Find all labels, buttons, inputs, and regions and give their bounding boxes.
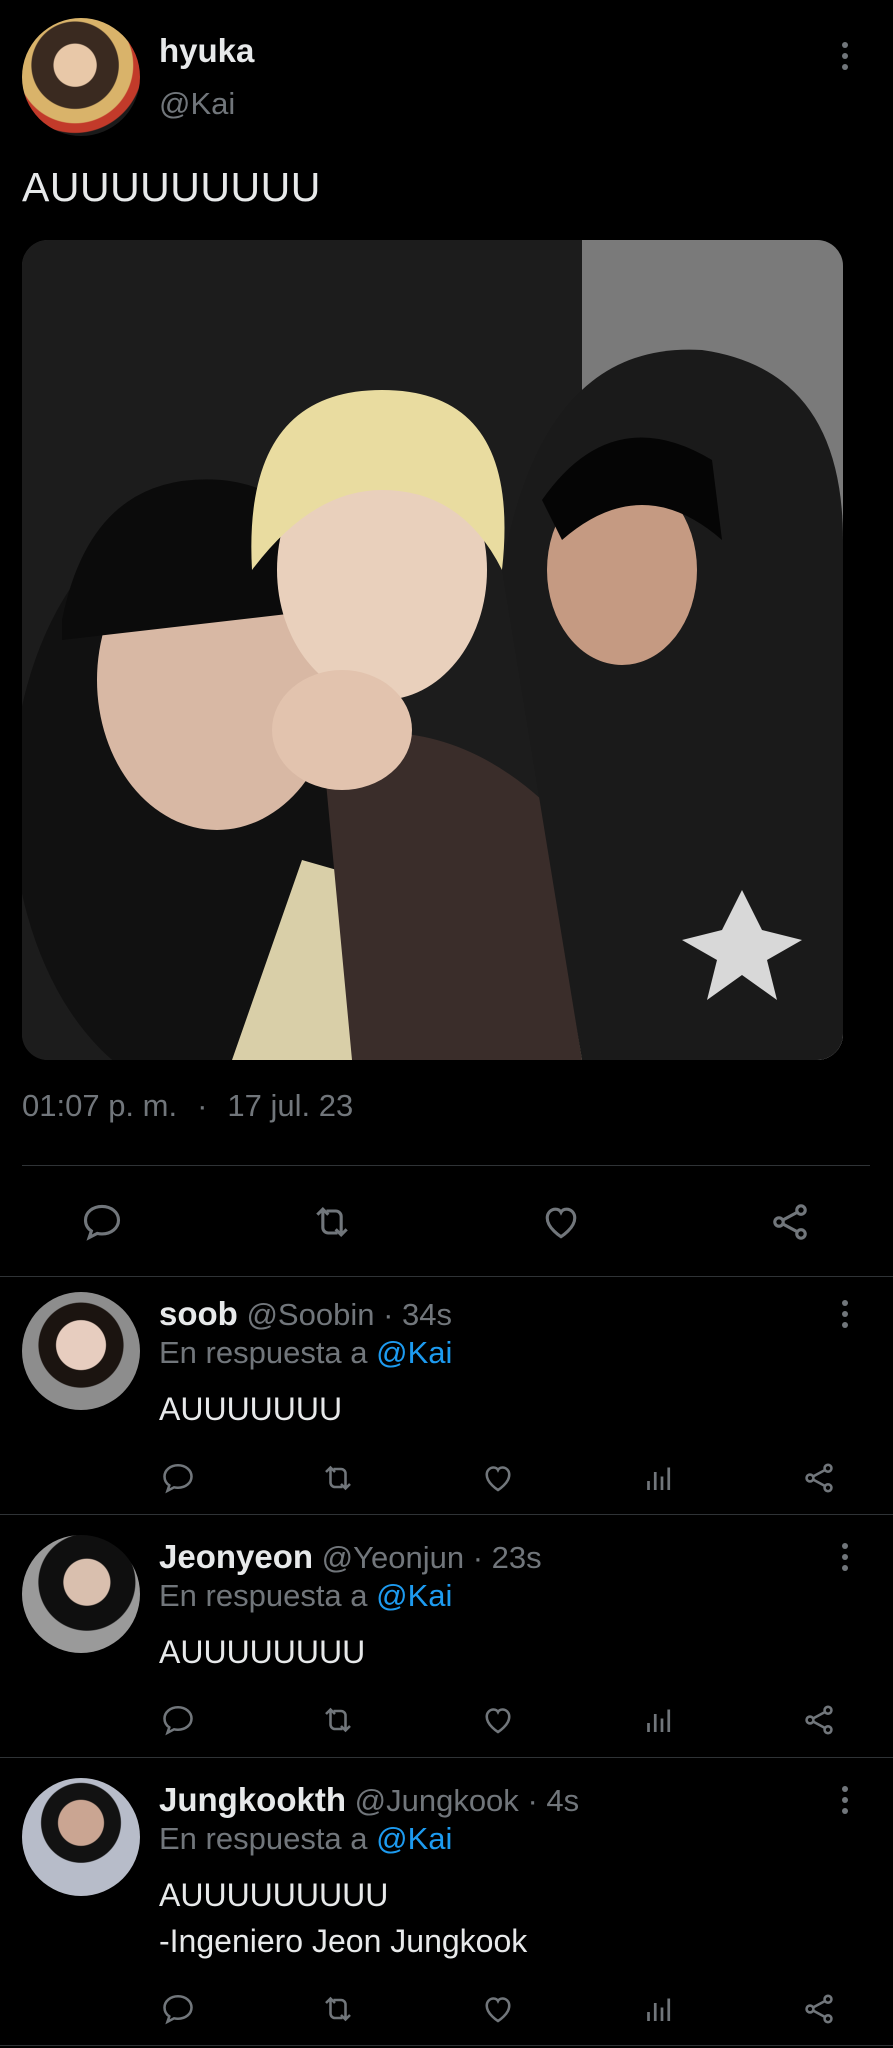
share-icon (805, 1994, 833, 2024)
like-button[interactable] (531, 1194, 591, 1250)
tweet-photo[interactable] (22, 240, 843, 1060)
retweet-icon (325, 1465, 351, 1491)
retweet-icon (325, 1996, 351, 2022)
retweet-button[interactable] (316, 1987, 360, 2031)
reply-author-handle[interactable]: @Jungkook (355, 1783, 519, 1818)
tweet-date: 17 jul. 23 (227, 1088, 354, 1123)
reply-header: Jeonyeon @Yeonjun · 23s (159, 1538, 542, 1576)
reply-button[interactable] (72, 1194, 132, 1250)
more-options-button[interactable] (838, 1786, 852, 1814)
reply-to-link[interactable]: @Kai (376, 1578, 452, 1613)
like-icon (545, 1207, 577, 1239)
share-button[interactable] (797, 1987, 841, 2031)
more-icon (842, 1300, 848, 1306)
reply-time: · 4s (527, 1783, 580, 1818)
analytics-icon (647, 1467, 671, 1490)
analytics-button[interactable] (637, 1987, 681, 2031)
reply-text: AUUUUUUU (159, 1391, 343, 1427)
tweet-time: 01:07 p. m. (22, 1088, 178, 1123)
analytics-icon (647, 1709, 671, 1732)
share-button[interactable] (797, 1456, 841, 1500)
reply-icon (163, 1705, 193, 1736)
reply-context: En respuesta a @Kai (159, 1821, 452, 1857)
reply-author-handle[interactable]: @Yeonjun (322, 1540, 464, 1575)
divider (0, 1757, 893, 1758)
more-icon (842, 1543, 848, 1549)
like-icon (485, 1708, 511, 1734)
tweet-timestamp: 01:07 p. m. · 17 jul. 23 (22, 1088, 353, 1124)
reply-prefix: En respuesta a (159, 1821, 368, 1856)
photo-image (22, 240, 843, 1060)
reply-author-name[interactable]: Jungkookth (159, 1781, 346, 1818)
reply-header: Jungkookth @Jungkook · 4s (159, 1781, 579, 1819)
reply-button[interactable] (156, 1987, 200, 2031)
divider (0, 1276, 893, 1277)
share-button[interactable] (797, 1698, 841, 1742)
analytics-button[interactable] (637, 1698, 681, 1742)
analytics-icon (647, 1998, 671, 2021)
more-icon (842, 42, 848, 48)
like-button[interactable] (476, 1456, 520, 1500)
divider (0, 1514, 893, 1515)
reply-avatar[interactable] (22, 1292, 140, 1410)
reply-avatar[interactable] (22, 1778, 140, 1896)
reply-avatar[interactable] (22, 1535, 140, 1653)
more-options-button[interactable] (838, 1300, 852, 1328)
reply-to-link[interactable]: @Kai (376, 1821, 452, 1856)
reply-text-line-2: -Ingeniero Jeon Jungkook (159, 1923, 528, 1959)
retweet-button[interactable] (316, 1698, 360, 1742)
reply-text: AUUUUUUUU (159, 1634, 366, 1670)
reply-button[interactable] (156, 1698, 200, 1742)
reply-prefix: En respuesta a (159, 1578, 368, 1613)
share-button[interactable] (760, 1194, 820, 1250)
retweet-button[interactable] (316, 1456, 360, 1500)
divider (0, 2045, 893, 2046)
like-icon (485, 1466, 511, 1492)
reply-button[interactable] (156, 1456, 200, 1500)
reply-icon (83, 1204, 121, 1241)
retweet-icon (316, 1206, 348, 1238)
more-icon (842, 1786, 848, 1792)
reply-icon (163, 1994, 193, 2025)
reply-text: AUUUUUUUUU (159, 1877, 389, 1913)
like-button[interactable] (476, 1698, 520, 1742)
divider (22, 1165, 870, 1166)
reply-time: · 34s (383, 1297, 452, 1332)
reply-context: En respuesta a @Kai (159, 1578, 452, 1614)
retweet-button[interactable] (302, 1194, 362, 1250)
retweet-icon (325, 1707, 351, 1733)
analytics-button[interactable] (637, 1456, 681, 1500)
author-handle[interactable]: @Kai (159, 86, 235, 122)
reply-author-handle[interactable]: @Soobin (246, 1297, 374, 1332)
like-button[interactable] (476, 1987, 520, 2031)
reply-author-name[interactable]: Jeonyeon (159, 1538, 313, 1575)
reply-prefix: En respuesta a (159, 1335, 368, 1370)
share-icon (773, 1204, 807, 1240)
author-name[interactable]: hyuka (159, 32, 254, 70)
tweet-text: AUUUUUUUUU (22, 164, 321, 210)
author-avatar[interactable] (22, 18, 140, 136)
reply-icon (163, 1463, 193, 1494)
reply-context: En respuesta a @Kai (159, 1335, 452, 1371)
reply-to-link[interactable]: @Kai (376, 1335, 452, 1370)
more-options-button[interactable] (838, 42, 852, 70)
share-icon (805, 1705, 833, 1735)
reply-header: soob @Soobin · 34s (159, 1295, 452, 1333)
more-options-button[interactable] (838, 1543, 852, 1571)
like-icon (485, 1997, 511, 2023)
share-icon (805, 1463, 833, 1493)
timestamp-separator: · (197, 1088, 208, 1123)
reply-time: · 23s (472, 1540, 542, 1575)
reply-author-name[interactable]: soob (159, 1295, 238, 1332)
